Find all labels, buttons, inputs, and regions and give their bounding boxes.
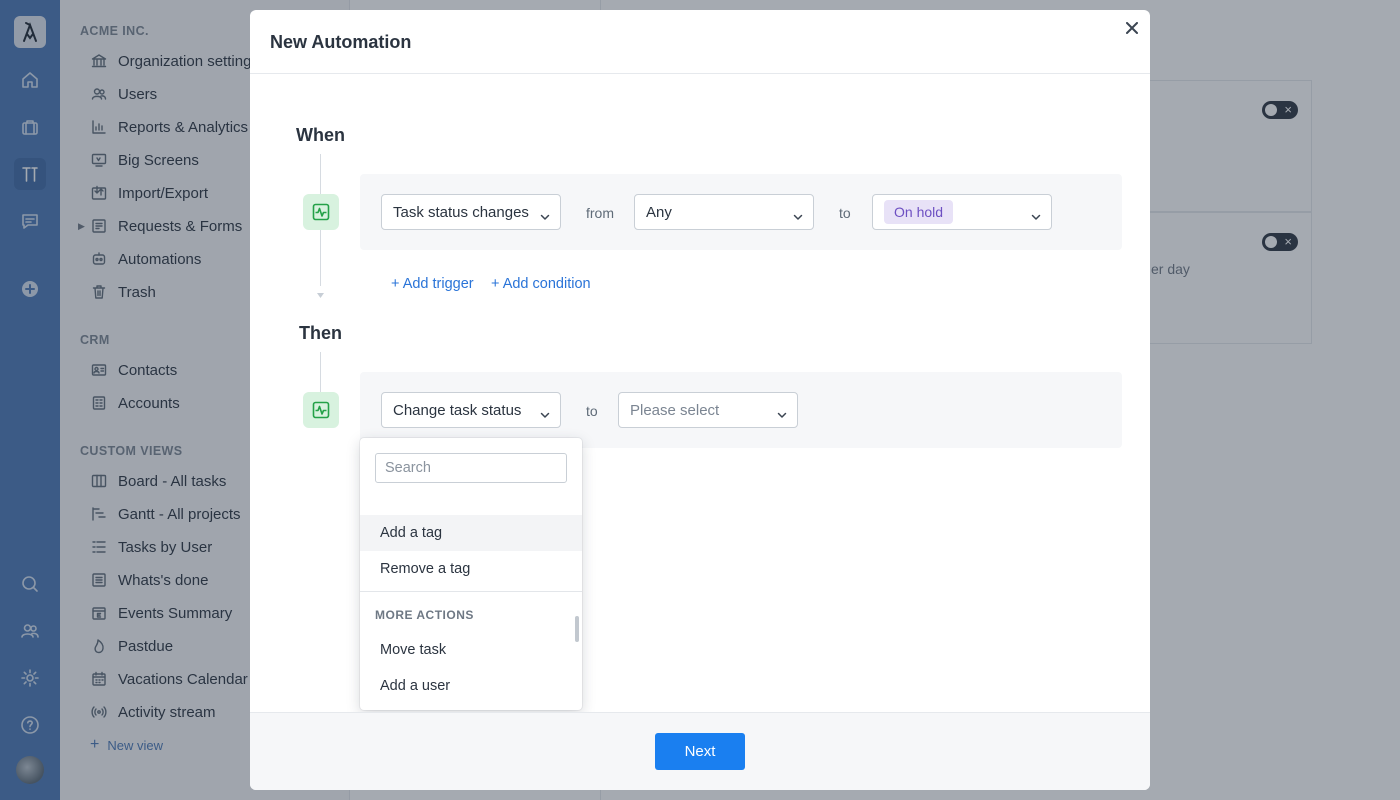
- menu-group-label: MORE ACTIONS: [375, 608, 474, 622]
- from-status-value: Any: [646, 203, 672, 221]
- from-label: from: [586, 205, 614, 221]
- chevron-down-icon: [540, 208, 550, 220]
- add-condition-link[interactable]: + Add condition: [491, 276, 591, 292]
- chevron-down-icon: [1031, 208, 1041, 220]
- flow-connector: [320, 352, 321, 392]
- next-button[interactable]: Next: [655, 733, 745, 770]
- from-status-select[interactable]: Any: [634, 194, 814, 230]
- chevron-down-icon: [777, 406, 787, 418]
- trigger-select[interactable]: Task status changes: [381, 194, 561, 230]
- arrow-down-icon: [317, 285, 324, 298]
- menu-divider: [360, 591, 582, 592]
- search-input[interactable]: [375, 453, 567, 483]
- pulse-icon: [303, 392, 339, 428]
- menu-scrollbar[interactable]: [575, 616, 579, 642]
- action-panel: Change task status to Please select: [360, 372, 1122, 448]
- modal-title: New Automation: [270, 32, 412, 52]
- action-select[interactable]: Change task status: [381, 392, 561, 428]
- menu-item-remove-tag[interactable]: Remove a tag: [360, 551, 582, 587]
- action-dropdown-menu: Add a tag Remove a tag MORE ACTIONS Move…: [360, 438, 582, 710]
- add-trigger-link[interactable]: + Add trigger: [391, 276, 474, 292]
- to-label: to: [586, 403, 598, 419]
- trigger-panel: Task status changes from Any to On hold: [360, 174, 1122, 250]
- chevron-down-icon: [793, 208, 803, 220]
- menu-item-move-task[interactable]: Move task: [360, 632, 582, 668]
- close-icon: [1126, 22, 1138, 34]
- action-select-value: Change task status: [393, 401, 522, 419]
- status-tag: On hold: [884, 200, 954, 224]
- trigger-select-value: Task status changes: [393, 203, 529, 221]
- menu-item-add-user[interactable]: Add a user: [360, 668, 582, 704]
- new-automation-modal: New Automation When Task status changes …: [250, 10, 1150, 790]
- pulse-icon: [303, 194, 339, 230]
- flow-connector: [320, 154, 321, 194]
- close-button[interactable]: [1122, 18, 1142, 38]
- to-status-select[interactable]: On hold: [872, 194, 1052, 230]
- modal-footer: Next: [250, 713, 1150, 790]
- header-divider: [250, 73, 1150, 74]
- target-status-select[interactable]: Please select: [618, 392, 798, 428]
- menu-item-add-tag[interactable]: Add a tag: [360, 515, 582, 551]
- when-label: When: [296, 125, 345, 145]
- to-label: to: [839, 205, 851, 221]
- flow-connector: [320, 230, 321, 286]
- target-status-placeholder: Please select: [630, 401, 720, 419]
- chevron-down-icon: [540, 406, 550, 418]
- then-label: Then: [299, 323, 342, 343]
